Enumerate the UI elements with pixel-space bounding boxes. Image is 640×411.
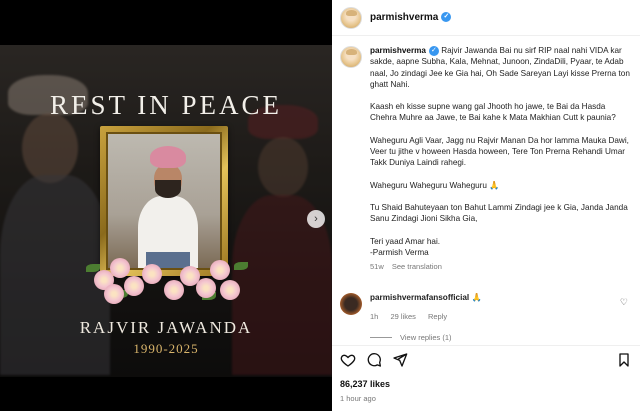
- caption-time: 51w: [370, 262, 384, 272]
- view-replies-button[interactable]: View replies (1): [370, 333, 452, 342]
- comment-time: 1h: [370, 312, 379, 321]
- memorial-dates: 1990-2025: [133, 341, 199, 356]
- comment-text: 🙏: [471, 293, 482, 302]
- avatar[interactable]: [340, 293, 362, 315]
- comment: parmishvermafansofficial 🙏 1h 29 likes R…: [340, 293, 636, 321]
- action-bar: 86,237 likes 1 hour ago: [332, 345, 640, 411]
- likes-count[interactable]: 86,237 likes: [340, 379, 390, 389]
- verified-icon: ✓: [428, 45, 439, 56]
- caption-username[interactable]: parmishverma: [370, 46, 426, 55]
- post-media: REST IN PEACE RAJVIR JAWANDA 1990-2025 ›: [0, 0, 332, 411]
- post-panel: parmishverma ✓ parmishverma ✓ Rajvir Jawan…: [332, 0, 640, 411]
- memorial-name: RAJVIR JAWANDA: [79, 318, 253, 337]
- caption-paragraph: -Parmish Verma: [370, 247, 429, 257]
- caption-paragraph: Kaash eh kisse supne wang gal Jhooth ho …: [370, 102, 616, 123]
- header-username[interactable]: parmishverma ✓: [370, 12, 452, 23]
- verified-icon: ✓: [441, 12, 452, 23]
- view-replies-label[interactable]: View replies (1): [400, 333, 452, 342]
- username-text[interactable]: parmishverma: [370, 12, 438, 23]
- comment-icon[interactable]: [366, 352, 382, 368]
- comment-username[interactable]: parmishvermafansofficial: [370, 293, 469, 302]
- heart-icon[interactable]: [340, 352, 356, 368]
- image-title: REST IN PEACE: [49, 90, 283, 120]
- heart-icon[interactable]: ♡: [620, 297, 628, 308]
- bookmark-icon[interactable]: [616, 352, 632, 368]
- share-icon[interactable]: [392, 352, 408, 368]
- comment-likes[interactable]: 29 likes: [390, 312, 415, 321]
- post-time: 1 hour ago: [340, 394, 376, 403]
- caption: parmishverma ✓ Rajvir Jawanda Bai nu sirf…: [340, 45, 636, 272]
- caption-paragraph: Waheguru Agli Vaar, Jagg nu Rajvir Manan…: [370, 135, 629, 168]
- caption-paragraph: Tu Shaid Bahuteyaan ton Bahut Lammi Zind…: [370, 202, 628, 224]
- reply-button[interactable]: Reply: [428, 312, 447, 321]
- see-translation-link[interactable]: See translation: [392, 262, 442, 271]
- post-header: parmishverma ✓: [332, 0, 640, 36]
- avatar[interactable]: [340, 46, 362, 68]
- chevron-right-icon[interactable]: ›: [307, 210, 325, 228]
- caption-paragraph: Waheguru Waheguru Waheguru 🙏: [370, 180, 500, 190]
- flower-garland: [84, 250, 248, 308]
- avatar[interactable]: [340, 6, 362, 29]
- caption-paragraph: Teri yaad Amar hai.: [370, 236, 441, 246]
